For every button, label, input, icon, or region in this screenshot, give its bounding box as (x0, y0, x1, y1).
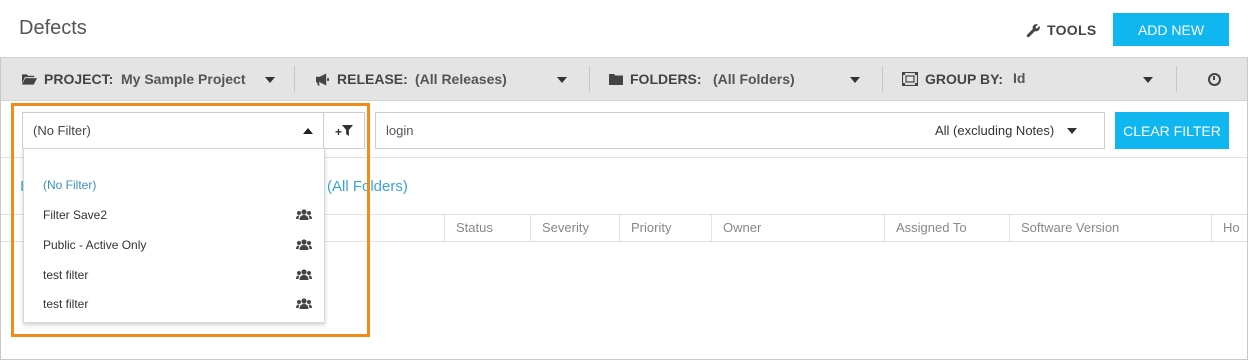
funnel-icon (342, 125, 353, 136)
dropdown-item-label: Filter Save2 (43, 208, 108, 222)
chevron-down-icon (265, 77, 275, 83)
search-input-value: login (386, 123, 414, 138)
column-software-version[interactable]: Software Version (1009, 215, 1212, 241)
breadcrumb-folder-link[interactable]: (All Folders) (327, 178, 408, 195)
chevron-down-icon (1143, 77, 1153, 83)
column-assigned-to[interactable]: Assigned To (884, 215, 1010, 241)
users-icon (296, 209, 312, 220)
folders-selector[interactable]: FOLDERS: (All Folders) (609, 58, 869, 100)
page-title: Defects (19, 17, 87, 39)
project-label: PROJECT: (44, 71, 114, 87)
tools-label: TOOLS (1047, 22, 1097, 38)
column-priority[interactable]: Priority (619, 215, 712, 241)
dropdown-item[interactable]: Filter Save2 (24, 201, 324, 229)
column-severity[interactable]: Severity (530, 215, 620, 241)
add-filter-button[interactable]: + (323, 112, 365, 149)
wrench-icon (1026, 23, 1040, 37)
users-icon (296, 269, 312, 280)
folder-icon (609, 74, 623, 85)
release-label: RELEASE: (337, 71, 408, 87)
add-new-button[interactable]: ADD NEW (1113, 13, 1229, 46)
group-by-icon (902, 72, 918, 86)
release-value: (All Releases) (415, 71, 507, 87)
group-by-selector[interactable]: GROUP BY: Id (902, 58, 1162, 100)
add-filter-plus: + (334, 124, 342, 139)
search-scope-select[interactable]: All (excluding Notes) (935, 112, 1078, 149)
dropdown-item[interactable]: test filter (24, 290, 324, 318)
folders-value: (All Folders) (713, 71, 795, 87)
filter-dropdown-menu: (No Filter) Filter Save2 Public - Active… (23, 148, 325, 323)
column-owner[interactable]: Owner (711, 215, 885, 241)
users-icon (296, 298, 312, 309)
divider (882, 66, 883, 92)
toolbar: PROJECT: My Sample Project RELEASE: (All… (1, 57, 1247, 101)
page-header: Defects TOOLS ADD NEW (0, 0, 1248, 57)
folders-label: FOLDERS: (630, 71, 702, 87)
filter-select[interactable]: (No Filter) (22, 112, 324, 149)
project-selector[interactable]: PROJECT: My Sample Project (22, 58, 280, 100)
group-by-label: GROUP BY: (925, 71, 1004, 87)
search-scope-value: All (excluding Notes) (935, 123, 1055, 138)
dropdown-item-label: Public - Active Only (43, 238, 147, 252)
project-value: My Sample Project (121, 71, 246, 87)
megaphone-icon (316, 72, 329, 86)
column-partial[interactable]: Ho (1211, 215, 1247, 241)
chevron-down-icon (557, 77, 567, 83)
divider (589, 66, 590, 92)
dropdown-item[interactable]: Public - Active Only (24, 231, 324, 259)
column-status[interactable]: Status (444, 215, 531, 241)
chevron-down-icon (850, 77, 860, 83)
tools-button[interactable]: TOOLS (1026, 20, 1096, 40)
divider (1176, 66, 1177, 92)
dropdown-item[interactable]: test filter (24, 261, 324, 289)
history-icon[interactable] (1208, 73, 1221, 86)
dropdown-item-label: (No Filter) (43, 178, 97, 192)
chevron-up-icon (303, 128, 313, 134)
clear-filter-button[interactable]: CLEAR FILTER (1115, 112, 1229, 149)
dropdown-item-label: test filter (43, 297, 89, 311)
filter-select-value: (No Filter) (33, 123, 91, 138)
divider (294, 66, 295, 92)
chevron-down-icon (1067, 127, 1078, 134)
group-by-value: Id (1013, 70, 1026, 86)
release-selector[interactable]: RELEASE: (All Releases) (315, 58, 575, 100)
users-icon (296, 239, 312, 250)
folder-open-icon (22, 74, 37, 85)
dropdown-item[interactable]: (No Filter) (24, 171, 324, 199)
dropdown-item-label: test filter (43, 268, 89, 282)
